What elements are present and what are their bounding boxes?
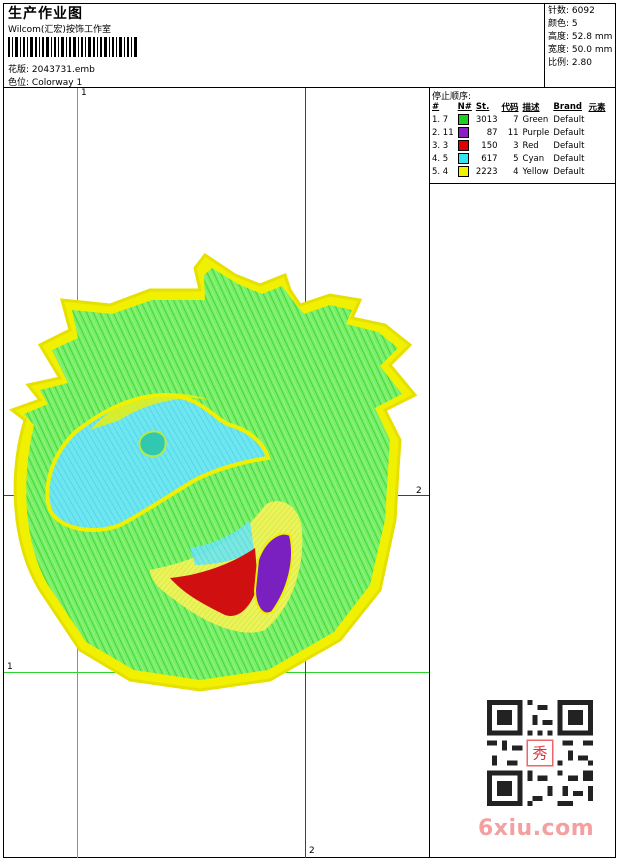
- eye-pupil: [138, 430, 167, 458]
- site-watermark: 6xiu.com: [478, 816, 595, 841]
- qr-logo-text: 秀: [532, 745, 547, 763]
- qr-code: 秀: [487, 700, 593, 806]
